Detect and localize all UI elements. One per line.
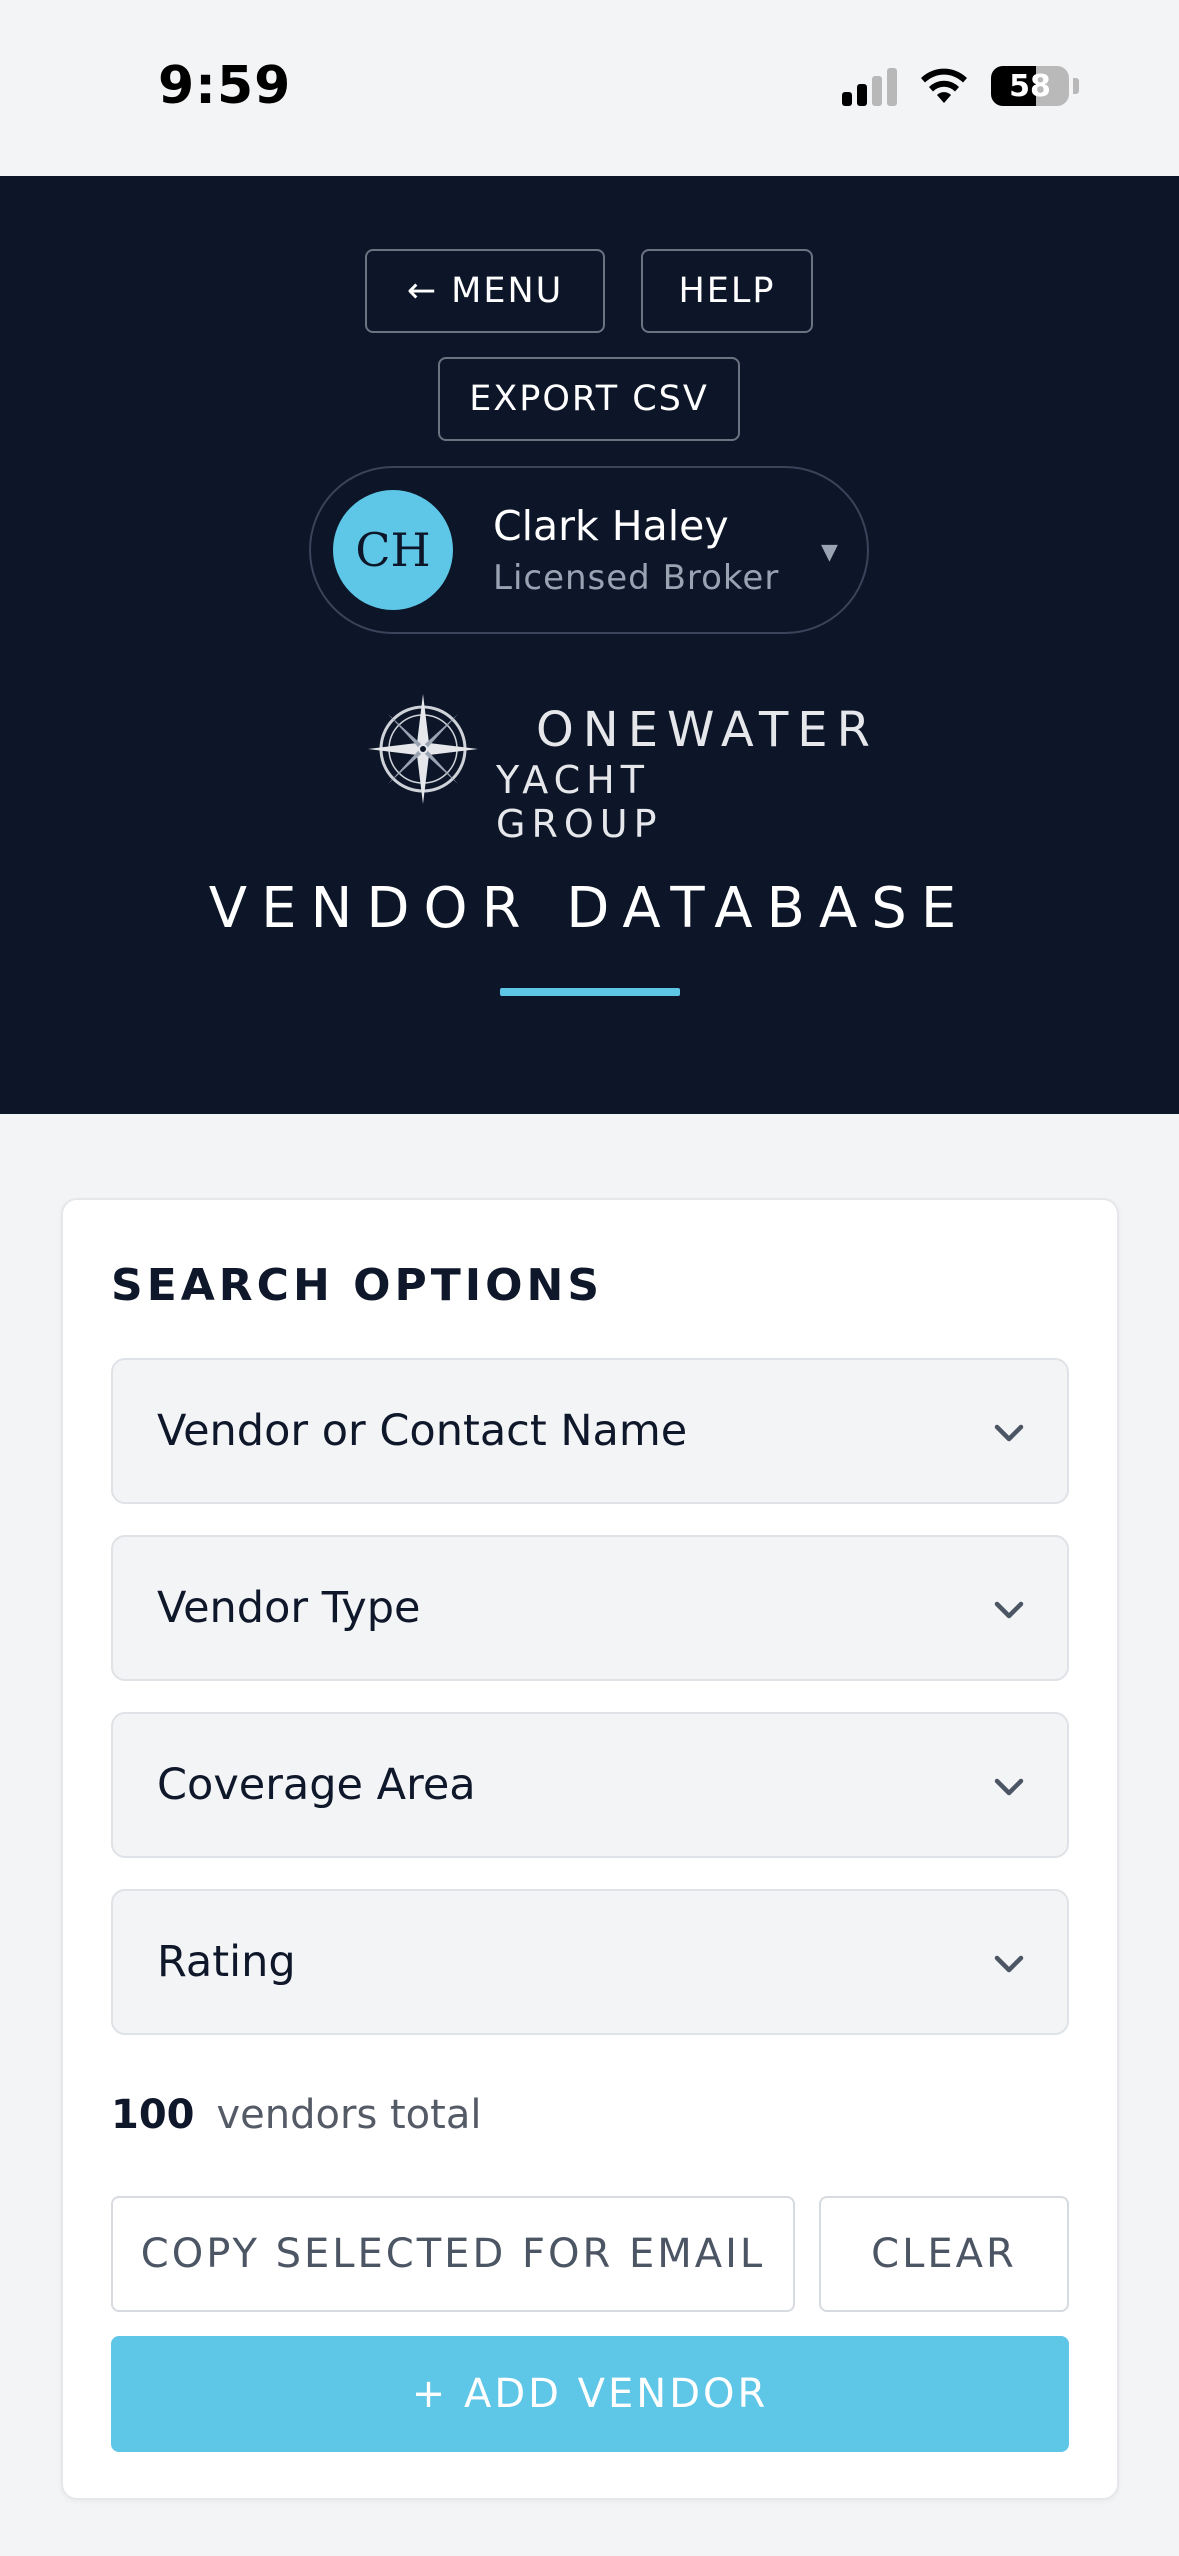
status-icons: 58 — [842, 62, 1079, 110]
app-header: ← MENU HELP EXPORT CSV CH Clark Haley Li… — [0, 176, 1179, 1114]
search-options-card: SEARCH OPTIONS Vendor or Contact Name Ve… — [61, 1198, 1119, 2500]
user-name: Clark Haley — [493, 502, 729, 550]
copy-selected-email-button[interactable]: COPY SELECTED FOR EMAIL — [111, 2196, 795, 2312]
add-vendor-button[interactable]: + ADD VENDOR — [111, 2336, 1069, 2452]
filter-label: Coverage Area — [157, 1760, 476, 1810]
vendor-count: 100 — [111, 2092, 195, 2138]
coverage-area-filter[interactable]: Coverage Area — [111, 1712, 1069, 1858]
avatar: CH — [333, 490, 453, 610]
compass-rose-icon — [368, 694, 478, 804]
onewater-logo: ONEWATER YACHT GROUP — [366, 692, 870, 846]
clear-button[interactable]: CLEAR — [819, 2196, 1069, 2312]
rating-filter[interactable]: Rating — [111, 1889, 1069, 2035]
filter-label: Vendor Type — [157, 1583, 421, 1633]
user-role: Licensed Broker — [493, 558, 780, 598]
logo-line2: YACHT GROUP — [496, 758, 663, 846]
title-underline — [500, 988, 680, 996]
cellular-signal-icon — [842, 66, 897, 106]
logo-line1: ONEWATER — [536, 702, 879, 758]
page-title: VENDOR DATABASE — [208, 876, 971, 941]
search-options-title: SEARCH OPTIONS — [111, 1260, 604, 1311]
chevron-down-icon — [994, 1424, 1024, 1442]
vendor-type-filter[interactable]: Vendor Type — [111, 1535, 1069, 1681]
status-bar: 9:59 58 — [0, 0, 1179, 176]
chevron-down-icon — [994, 1601, 1024, 1619]
user-menu[interactable]: CH Clark Haley Licensed Broker ▼ — [309, 466, 869, 634]
menu-button[interactable]: ← MENU — [365, 249, 605, 333]
filter-label: Vendor or Contact Name — [157, 1406, 688, 1456]
vendor-count-label: vendors total — [216, 2092, 482, 2138]
help-button[interactable]: HELP — [641, 249, 813, 333]
chevron-down-icon — [994, 1955, 1024, 1973]
battery-icon: 58 — [991, 66, 1069, 106]
export-csv-button[interactable]: EXPORT CSV — [438, 357, 740, 441]
vendor-name-filter[interactable]: Vendor or Contact Name — [111, 1358, 1069, 1504]
battery-percent: 58 — [1009, 68, 1051, 104]
filter-label: Rating — [157, 1937, 296, 1987]
status-time: 9:59 — [158, 56, 292, 116]
caret-down-icon: ▼ — [821, 540, 838, 565]
vendor-total: 100 vendors total — [111, 2092, 481, 2138]
battery-nub — [1073, 78, 1079, 94]
wifi-icon — [921, 68, 967, 103]
chevron-down-icon — [994, 1778, 1024, 1796]
